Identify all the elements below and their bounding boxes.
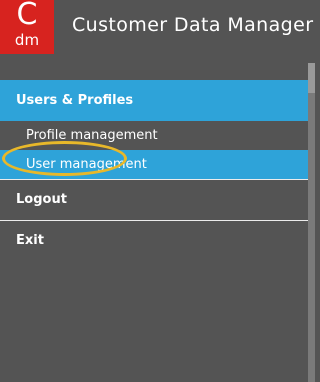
nav-item-profile-management[interactable]: Profile management: [0, 121, 308, 150]
app-window: C dm Customer Data Manager Users & Profi…: [0, 0, 315, 382]
side-panel-edge-top: [308, 63, 315, 93]
nav-section-users-profiles[interactable]: Users & Profiles: [0, 80, 308, 121]
app-title: Customer Data Manager: [72, 14, 314, 36]
header-bar: C dm Customer Data Manager: [0, 0, 315, 58]
logo-letter-c: C: [16, 0, 38, 32]
side-panel-edge: [308, 63, 315, 382]
app-logo: C dm: [0, 0, 54, 54]
side-navigation-menu: Users & Profiles Profile management User…: [0, 80, 308, 261]
logo-letters-dm: dm: [14, 31, 40, 49]
nav-item-exit[interactable]: Exit: [0, 221, 308, 261]
nav-item-user-management[interactable]: User management: [0, 150, 308, 179]
nav-item-logout[interactable]: Logout: [0, 180, 308, 220]
